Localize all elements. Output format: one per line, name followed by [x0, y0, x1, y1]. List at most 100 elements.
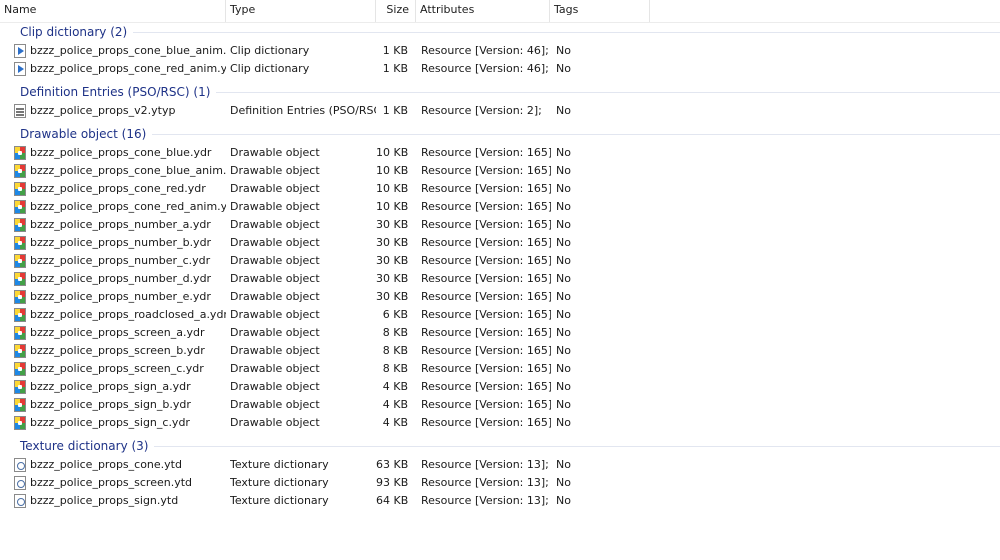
file-size: 1 KB — [382, 62, 408, 75]
file-row[interactable]: bzzz_police_props_cone_blue_anim.ydr Draw… — [0, 162, 1000, 180]
file-tags: No — [556, 476, 571, 489]
group-header[interactable]: Texture dictionary (3) — [0, 437, 1000, 455]
file-row[interactable]: bzzz_police_props_number_b.ydr Drawable o… — [0, 234, 1000, 252]
file-row[interactable]: bzzz_police_props_cone_red_anim.ydr Drawa… — [0, 198, 1000, 216]
file-row[interactable]: bzzz_police_props_cone_red_anim.ycd Clip … — [0, 60, 1000, 78]
group-header[interactable]: Definition Entries (PSO/RSC) (1) — [0, 83, 1000, 101]
file-type: Drawable object — [230, 254, 320, 267]
file-tags: No — [556, 146, 571, 159]
file-tags: No — [556, 458, 571, 471]
group-divider — [20, 446, 1000, 447]
column-header-type[interactable]: Type — [226, 0, 376, 22]
file-row[interactable]: bzzz_police_props_sign_a.ydr Drawable obj… — [0, 378, 1000, 396]
file-size: 8 KB — [382, 362, 408, 375]
file-attributes: Resource [Version: 165]; — [421, 146, 551, 159]
file-tags: No — [556, 380, 571, 393]
texture-dictionary-icon — [14, 458, 26, 472]
file-attributes: Resource [Version: 165]; — [421, 362, 551, 375]
file-row[interactable]: bzzz_police_props_roadclosed_a.ydr Drawab… — [0, 306, 1000, 324]
file-row[interactable]: bzzz_police_props_cone_red.ydr Drawable o… — [0, 180, 1000, 198]
file-row[interactable]: bzzz_police_props_number_e.ydr Drawable o… — [0, 288, 1000, 306]
file-tags: No — [556, 218, 571, 231]
file-type: Texture dictionary — [230, 476, 329, 489]
file-row[interactable]: bzzz_police_props_number_c.ydr Drawable o… — [0, 252, 1000, 270]
file-row[interactable]: bzzz_police_props_sign.ytd Texture dictio… — [0, 492, 1000, 510]
file-type: Drawable object — [230, 398, 320, 411]
file-tags: No — [556, 308, 571, 321]
file-attributes: Resource [Version: 13]; — [421, 458, 549, 471]
file-row[interactable]: bzzz_police_props_v2.ytyp Definition Entr… — [0, 102, 1000, 120]
file-row[interactable]: bzzz_police_props_sign_c.ydr Drawable obj… — [0, 414, 1000, 432]
file-row[interactable]: bzzz_police_props_sign_b.ydr Drawable obj… — [0, 396, 1000, 414]
column-header-size[interactable]: Size — [376, 0, 416, 22]
file-tags: No — [556, 44, 571, 57]
file-name: bzzz_police_props_sign_b.ydr — [30, 398, 191, 411]
file-size: 6 KB — [382, 308, 408, 321]
group-header[interactable]: Clip dictionary (2) — [0, 23, 1000, 41]
file-row[interactable]: bzzz_police_props_screen_c.ydr Drawable o… — [0, 360, 1000, 378]
file-size: 30 KB — [376, 290, 408, 303]
file-type: Drawable object — [230, 164, 320, 177]
file-tags: No — [556, 344, 571, 357]
file-size: 10 KB — [376, 146, 408, 159]
file-name: bzzz_police_props_cone_red.ydr — [30, 182, 206, 195]
file-size: 10 KB — [376, 164, 408, 177]
file-attributes: Resource [Version: 13]; — [421, 494, 549, 507]
drawable-object-icon — [14, 200, 26, 214]
file-row[interactable]: bzzz_police_props_cone_blue_anim.ycd Clip… — [0, 42, 1000, 60]
file-tags: No — [556, 398, 571, 411]
file-tags: No — [556, 254, 571, 267]
file-row[interactable]: bzzz_police_props_cone_blue.ydr Drawable … — [0, 144, 1000, 162]
file-tags: No — [556, 416, 571, 429]
file-type: Clip dictionary — [230, 62, 310, 75]
file-row[interactable]: bzzz_police_props_cone.ytd Texture dictio… — [0, 456, 1000, 474]
file-type: Drawable object — [230, 308, 320, 321]
file-type: Texture dictionary — [230, 494, 329, 507]
file-type: Drawable object — [230, 416, 320, 429]
file-size: 30 KB — [376, 236, 408, 249]
column-header-name[interactable]: Name — [0, 0, 226, 22]
file-name: bzzz_police_props_sign.ytd — [30, 494, 179, 507]
group-header[interactable]: Drawable object (16) — [0, 125, 1000, 143]
drawable-object-icon — [14, 236, 26, 250]
file-name: bzzz_police_props_cone_blue_anim.ydr — [30, 164, 226, 177]
drawable-object-icon — [14, 164, 26, 178]
file-type: Texture dictionary — [230, 458, 329, 471]
file-name: bzzz_police_props_number_c.ydr — [30, 254, 211, 267]
clip-dictionary-icon — [14, 44, 26, 58]
file-size: 93 KB — [376, 476, 408, 489]
file-attributes: Resource [Version: 13]; — [421, 476, 549, 489]
definition-file-icon — [14, 104, 26, 118]
column-header-row: ⌃ Name Type Size Attributes Tags — [0, 0, 1000, 23]
file-row[interactable]: bzzz_police_props_number_a.ydr Drawable o… — [0, 216, 1000, 234]
file-type: Drawable object — [230, 218, 320, 231]
column-header-attributes[interactable]: Attributes — [416, 0, 550, 22]
file-attributes: Resource [Version: 46]; — [421, 44, 549, 57]
file-attributes: Resource [Version: 165]; — [421, 272, 551, 285]
file-row[interactable]: bzzz_police_props_screen_b.ydr Drawable o… — [0, 342, 1000, 360]
file-row[interactable]: bzzz_police_props_screen_a.ydr Drawable o… — [0, 324, 1000, 342]
file-tags: No — [556, 164, 571, 177]
drawable-object-icon — [14, 308, 26, 322]
file-tags: No — [556, 272, 571, 285]
file-name: bzzz_police_props_number_b.ydr — [30, 236, 212, 249]
group-title: Definition Entries (PSO/RSC) (1) — [20, 83, 217, 101]
column-header-tags[interactable]: Tags — [550, 0, 650, 22]
file-type: Drawable object — [230, 182, 320, 195]
file-attributes: Resource [Version: 2]; — [421, 104, 542, 117]
file-row[interactable]: bzzz_police_props_number_d.ydr Drawable o… — [0, 270, 1000, 288]
file-attributes: Resource [Version: 165]; — [421, 200, 551, 213]
file-size: 4 KB — [382, 416, 408, 429]
file-row[interactable]: bzzz_police_props_screen.ytd Texture dict… — [0, 474, 1000, 492]
file-size: 64 KB — [376, 494, 408, 507]
file-name: bzzz_police_props_screen.ytd — [30, 476, 193, 489]
file-attributes: Resource [Version: 165]; — [421, 290, 551, 303]
file-name: bzzz_police_props_sign_a.ydr — [30, 380, 191, 393]
file-type: Drawable object — [230, 146, 320, 159]
file-size: 8 KB — [382, 344, 408, 357]
file-size: 1 KB — [382, 44, 408, 57]
file-size: 30 KB — [376, 218, 408, 231]
file-attributes: Resource [Version: 165]; — [421, 254, 551, 267]
file-attributes: Resource [Version: 165]; — [421, 344, 551, 357]
file-name: bzzz_police_props_number_e.ydr — [30, 290, 211, 303]
